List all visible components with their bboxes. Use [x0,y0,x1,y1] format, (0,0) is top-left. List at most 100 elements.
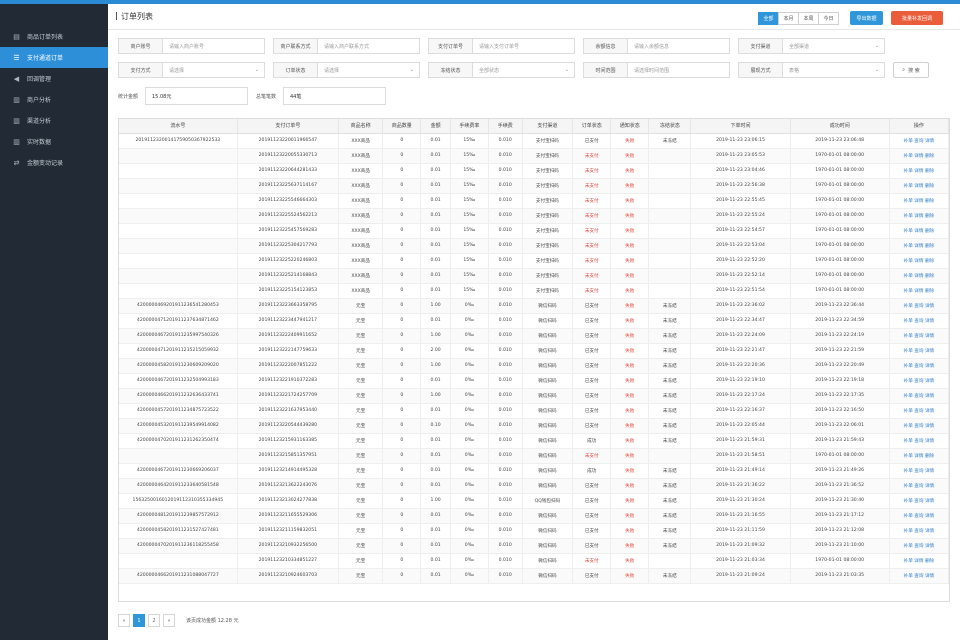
table-cell: 1.00 [420,358,451,374]
table-cell: 15‰ [450,223,489,239]
next-page-button[interactable]: » [163,614,175,627]
row-actions[interactable]: 补单 查询 详情 [889,538,949,554]
page-button-1[interactable]: 1 [133,614,145,627]
filter-select[interactable]: 请选择 ⌄ [318,62,420,78]
row-actions[interactable]: 补单 查询 详情 [889,343,949,359]
table-cell: 0‰ [450,523,489,539]
row-actions[interactable]: 补单 查询 详情 [889,403,949,419]
table-cell: 0.01 [420,178,451,194]
filter-input[interactable]: 请输入商户联系方式 [318,38,420,54]
filter-row1-4: 余额信息 请输入余额信息 [583,38,730,54]
row-actions[interactable]: 补单 详情 删除 [889,178,949,194]
table-row: 4200000467201911232504993183 201911232219… [119,373,949,389]
filter-row1-2: 商户联系方式 请输入商户联系方式 [273,38,420,54]
table-cell: 20191123213024277838 [237,493,340,509]
table-cell [648,268,692,284]
page-button-2[interactable]: 2 [148,614,160,627]
table-cell: 失败 [610,268,650,284]
table-cell: 元宝 [338,343,384,359]
row-actions[interactable]: 补单 详情 删除 [889,193,949,209]
table-cell [119,148,238,164]
table-cell: 0‰ [450,313,489,329]
row-actions[interactable]: 补单 查询 详情 [889,478,949,494]
range-button-3[interactable]: 本周 [798,12,819,25]
table-cell: 20191123200141759050367922533 [119,133,238,149]
row-actions[interactable]: 补单 查询 详情 [889,508,949,524]
table-cell: 0‰ [450,568,489,584]
sidebar-item-6[interactable]: ▥ 实时数据 [0,131,108,152]
range-button-1[interactable]: 全部 [758,12,779,25]
sidebar-item-5[interactable]: ▥ 渠道分析 [0,110,108,131]
table-cell: 15‰ [450,163,489,179]
row-actions[interactable]: 补单 查询 详情 [889,313,949,329]
sidebar-item-1[interactable]: ▤ 商品订单列表 [0,26,108,47]
filter-input[interactable]: 请输入余额信息 [628,38,730,54]
table-cell: 0.01 [420,268,451,284]
main-content: 订单列表 全部 本月 本周 今日 导出数据 批量补发回调 商户账号 请输入商户账号 商户联… [108,4,960,640]
filter-select[interactable]: 全部渠道 ⌄ [783,38,885,54]
batch-callback-button[interactable]: 批量补发回调 [891,11,943,25]
row-actions[interactable]: 补单 详情 删除 [889,148,949,164]
filter-select[interactable]: 表格 ⌄ [783,62,885,78]
row-actions[interactable]: 补单 查询 详情 [889,523,949,539]
filter-label: 展现方式 [738,62,783,78]
sidebar-item-3[interactable]: ◀ 回调管理 [0,68,108,89]
row-actions[interactable]: 补单 查询 详情 [889,358,949,374]
row-actions[interactable]: 补单 查询 详情 [889,433,949,449]
row-actions[interactable]: 补单 查询 详情 [889,373,949,389]
table-cell: 失败 [610,373,650,389]
row-actions[interactable]: 补单 详情 删除 [889,253,949,269]
table-cell: 4200000458201911230609209020 [119,358,238,374]
filter-input[interactable]: 请输入支付订单号 [473,38,575,54]
row-actions[interactable]: 补单 详情 删除 [889,553,949,569]
table-cell: 元宝 [338,313,384,329]
table-cell: 1970-01-01 08:00:00 [790,193,890,209]
table-cell: 0 [382,133,422,149]
table-cell: 0‰ [450,373,489,389]
filter-select[interactable]: 请选择 ⌄ [163,62,265,78]
table-cell: 失败 [610,223,650,239]
row-actions[interactable]: 补单 查询 详情 [889,298,949,314]
row-actions[interactable]: 补单 查询 详情 [889,328,949,344]
row-actions[interactable]: 补单 详情 删除 [889,448,949,464]
range-button-2[interactable]: 本月 [778,12,799,25]
row-actions[interactable]: 补单 详情 删除 [889,223,949,239]
filter-input[interactable]: 请选择时间范围 [628,62,730,78]
row-actions[interactable]: 补单 详情 删除 [889,163,949,179]
export-data-button[interactable]: 导出数据 [850,11,883,25]
row-actions[interactable]: 补单 查询 详情 [889,493,949,509]
prev-page-button[interactable]: « [118,614,130,627]
table-cell: 0.010 [488,283,523,299]
filter-input[interactable]: 请输入商户账号 [163,38,265,54]
row-actions[interactable]: 补单 详情 删除 [889,268,949,284]
table-cell: 元宝 [338,553,384,569]
sidebar-item-4[interactable]: ▥ 商户分析 [0,89,108,110]
row-actions[interactable]: 补单 查询 详情 [889,388,949,404]
table-row: 4200000470201911236118255458 201911232109… [119,538,949,554]
row-actions[interactable]: 补单 详情 删除 [889,238,949,254]
table-cell: 0.010 [488,403,523,419]
table-cell: 0‰ [450,463,489,479]
search-button[interactable]: ⌕ 搜 索 [893,62,929,78]
table-cell: 15‰ [450,178,489,194]
table-cell: 失败 [610,433,650,449]
row-actions[interactable]: 补单 详情 删除 [889,208,949,224]
table-cell: 0.01 [420,448,451,464]
table-cell: 0.010 [488,328,523,344]
row-actions[interactable]: 补单 查询 详情 [889,418,949,434]
table-cell: 未支付 [572,553,612,569]
table-cell: 支付宝扫码 [522,238,574,254]
range-button-4[interactable]: 今日 [818,12,839,25]
row-actions[interactable]: 补单 查询 详情 [889,568,949,584]
filter-placeholder: 请输入支付订单号 [479,43,520,50]
table-cell: 20191123222409911652 [237,328,340,344]
row-actions[interactable]: 补单 详情 删除 [889,283,949,299]
row-actions[interactable]: 补单 查询 详情 [889,463,949,479]
table-cell: 0.01 [420,133,451,149]
sidebar-item-2[interactable]: ☰ 支付通道订单 [0,47,108,68]
filter-select[interactable]: 全部状态 ⌄ [473,62,575,78]
row-actions[interactable]: 补单 查询 详情 [889,133,949,149]
sidebar-item-7[interactable]: ⇄ 金额变动记录 [0,152,108,173]
table-cell: 微信扫码 [522,523,574,539]
column-header: 订单状态 [572,119,612,134]
